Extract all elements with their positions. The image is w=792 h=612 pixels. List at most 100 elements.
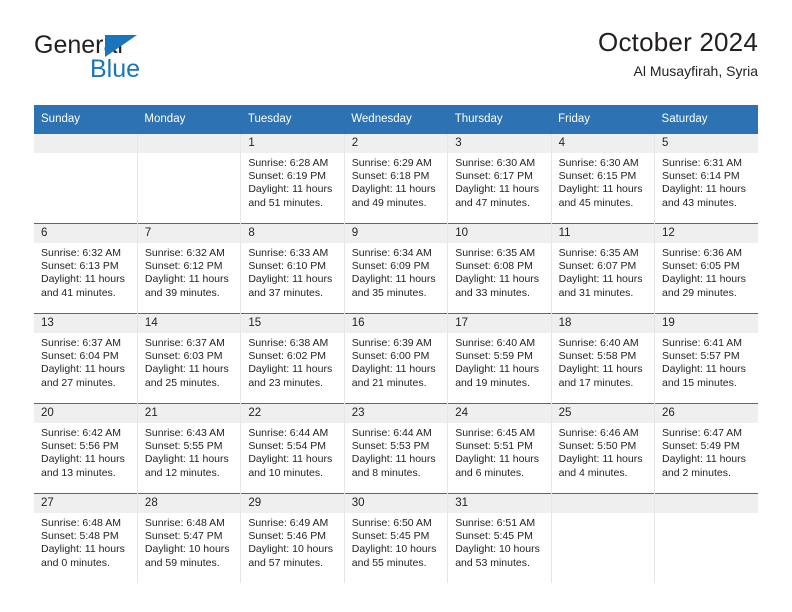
weekday-header-monday: Monday <box>137 105 241 134</box>
calendar-page: General Blue October 2024 Al Musayfirah,… <box>0 0 792 612</box>
day-details: Sunrise: 6:34 AM Sunset: 6:09 PM Daylight:… <box>345 243 447 300</box>
day-details: Sunrise: 6:39 AM Sunset: 6:00 PM Daylight:… <box>345 333 447 390</box>
sunset-time: Sunset: 6:09 PM <box>351 260 430 273</box>
calendar-day-cell[interactable]: 22 Sunrise: 6:44 AM Sunset: 5:54 PM Dayligh… <box>240 403 345 494</box>
sunset-time: Sunset: 5:51 PM <box>455 440 533 453</box>
day-number: 15 <box>241 314 344 333</box>
calendar-week-row: 6 Sunrise: 6:32 AM Sunset: 6:13 PM Daylight… <box>34 223 758 314</box>
calendar-day-cell[interactable]: 1 Sunrise: 6:28 AM Sunset: 6:19 PM Daylight… <box>240 134 345 224</box>
daylight-duration-line2: and 19 minutes. <box>455 376 530 389</box>
calendar-day-cell[interactable]: 7 Sunrise: 6:32 AM Sunset: 6:12 PM Daylight… <box>137 223 242 314</box>
calendar-day-cell[interactable]: 17 Sunrise: 6:40 AM Sunset: 5:59 PM Dayligh… <box>447 313 552 404</box>
day-number: 4 <box>551 134 655 153</box>
calendar-day-cell[interactable]: 12 Sunrise: 6:36 AM Sunset: 6:05 PM Dayligh… <box>654 223 758 314</box>
day-details: Sunrise: 6:33 AM Sunset: 6:10 PM Daylight:… <box>241 243 343 300</box>
calendar-day-cell[interactable]: 2 Sunrise: 6:29 AM Sunset: 6:18 PM Daylight… <box>344 134 449 224</box>
daylight-duration-line1: Daylight: 11 hours <box>351 183 436 196</box>
sunset-time: Sunset: 5:53 PM <box>351 440 430 453</box>
daylight-duration-line1: Daylight: 11 hours <box>144 453 229 466</box>
calendar-day-cell[interactable]: 28 Sunrise: 6:48 AM Sunset: 5:47 PM Dayligh… <box>137 493 242 583</box>
calendar-day-cell-empty <box>137 134 242 224</box>
day-number: 7 <box>137 224 241 243</box>
weekday-header-sunday: Sunday <box>34 105 138 134</box>
day-number: 5 <box>655 134 758 153</box>
day-details: Sunrise: 6:37 AM Sunset: 6:04 PM Daylight:… <box>34 333 137 390</box>
calendar-day-cell[interactable]: 30 Sunrise: 6:50 AM Sunset: 5:45 PM Dayligh… <box>344 493 449 583</box>
daylight-duration-line2: and 57 minutes. <box>248 556 324 569</box>
calendar-day-cell[interactable]: 23 Sunrise: 6:44 AM Sunset: 5:53 PM Dayligh… <box>344 403 449 494</box>
calendar-day-cell[interactable]: 5 Sunrise: 6:31 AM Sunset: 6:14 PM Daylight… <box>655 134 758 224</box>
calendar-day-cell[interactable]: 10 Sunrise: 6:35 AM Sunset: 6:08 PM Dayligh… <box>447 223 552 314</box>
calendar-day-cell[interactable]: 3 Sunrise: 6:30 AM Sunset: 6:17 PM Daylight… <box>447 134 552 224</box>
calendar-day-cell[interactable]: 29 Sunrise: 6:49 AM Sunset: 5:46 PM Dayligh… <box>240 493 345 583</box>
sunrise-time: Sunrise: 6:31 AM <box>662 157 742 169</box>
day-number: 1 <box>241 134 344 153</box>
calendar-day-cell[interactable]: 14 Sunrise: 6:37 AM Sunset: 6:03 PM Dayligh… <box>137 313 242 404</box>
calendar-day-cell[interactable]: 16 Sunrise: 6:39 AM Sunset: 6:00 PM Dayligh… <box>344 313 449 404</box>
daylight-duration-line1: Daylight: 11 hours <box>455 183 540 196</box>
title-block: October 2024 Al Musayfirah, Syria <box>598 27 758 79</box>
daylight-duration-line1: Daylight: 11 hours <box>41 273 125 286</box>
daylight-duration-line2: and 49 minutes. <box>351 196 427 209</box>
day-number: 8 <box>241 224 344 243</box>
calendar-day-cell[interactable]: 6 Sunrise: 6:32 AM Sunset: 6:13 PM Daylight… <box>34 223 138 314</box>
day-details: Sunrise: 6:48 AM Sunset: 5:47 PM Daylight:… <box>138 513 240 570</box>
sunrise-time: Sunrise: 6:35 AM <box>558 247 639 259</box>
sunrise-time: Sunrise: 6:50 AM <box>351 517 432 529</box>
calendar-day-cell[interactable]: 25 Sunrise: 6:46 AM Sunset: 5:50 PM Dayligh… <box>551 403 656 494</box>
calendar-day-cell[interactable]: 27 Sunrise: 6:48 AM Sunset: 5:48 PM Dayligh… <box>34 493 138 583</box>
sunrise-time: Sunrise: 6:48 AM <box>41 517 121 529</box>
calendar-day-cell[interactable]: 4 Sunrise: 6:30 AM Sunset: 6:15 PM Daylight… <box>551 134 656 224</box>
daylight-duration-line1: Daylight: 11 hours <box>662 183 746 196</box>
weekday-header-thursday: Thursday <box>447 105 552 134</box>
sunrise-time: Sunrise: 6:35 AM <box>455 247 536 259</box>
sunset-time: Sunset: 6:07 PM <box>558 260 637 273</box>
calendar-day-cell-empty <box>551 493 656 583</box>
sunset-time: Sunset: 6:12 PM <box>144 260 223 273</box>
day-number <box>655 494 758 513</box>
daylight-duration-line2: and 29 minutes. <box>662 286 737 299</box>
calendar-day-cell[interactable]: 26 Sunrise: 6:47 AM Sunset: 5:49 PM Dayligh… <box>654 403 758 494</box>
sunset-time: Sunset: 5:54 PM <box>248 440 326 453</box>
sunrise-time: Sunrise: 6:43 AM <box>144 427 225 439</box>
daylight-duration-line1: Daylight: 11 hours <box>41 363 125 376</box>
calendar-week-row: 27 Sunrise: 6:48 AM Sunset: 5:48 PM Dayligh… <box>34 493 758 583</box>
calendar-day-cell[interactable]: 18 Sunrise: 6:40 AM Sunset: 5:58 PM Dayligh… <box>551 313 656 404</box>
calendar-day-cell[interactable]: 24 Sunrise: 6:45 AM Sunset: 5:51 PM Dayligh… <box>447 403 552 494</box>
sunset-time: Sunset: 6:14 PM <box>662 170 740 183</box>
daylight-duration-line1: Daylight: 11 hours <box>351 453 436 466</box>
sunset-time: Sunset: 5:45 PM <box>351 530 430 543</box>
daylight-duration-line1: Daylight: 11 hours <box>41 543 125 556</box>
daylight-duration-line2: and 53 minutes. <box>455 556 530 569</box>
day-details: Sunrise: 6:43 AM Sunset: 5:55 PM Daylight:… <box>138 423 240 480</box>
daylight-duration-line1: Daylight: 11 hours <box>455 453 540 466</box>
daylight-duration-line1: Daylight: 10 hours <box>455 543 540 556</box>
day-number: 13 <box>34 314 137 333</box>
calendar-day-cell[interactable]: 8 Sunrise: 6:33 AM Sunset: 6:10 PM Daylight… <box>240 223 345 314</box>
sunset-time: Sunset: 6:10 PM <box>248 260 326 273</box>
weekday-header-tuesday: Tuesday <box>240 105 345 134</box>
calendar-day-cell[interactable]: 20 Sunrise: 6:42 AM Sunset: 5:56 PM Dayligh… <box>34 403 138 494</box>
day-details: Sunrise: 6:36 AM Sunset: 6:05 PM Daylight:… <box>655 243 758 300</box>
calendar-day-cell[interactable]: 31 Sunrise: 6:51 AM Sunset: 5:45 PM Dayligh… <box>447 493 552 583</box>
sunrise-time: Sunrise: 6:32 AM <box>144 247 225 259</box>
day-details: Sunrise: 6:44 AM Sunset: 5:54 PM Daylight:… <box>241 423 343 480</box>
calendar-day-cell[interactable]: 15 Sunrise: 6:38 AM Sunset: 6:02 PM Dayligh… <box>240 313 345 404</box>
daylight-duration-line2: and 6 minutes. <box>455 466 525 479</box>
day-number: 18 <box>551 314 655 333</box>
sunrise-time: Sunrise: 6:41 AM <box>662 337 742 349</box>
daylight-duration-line1: Daylight: 11 hours <box>455 363 540 376</box>
daylight-duration-line1: Daylight: 11 hours <box>351 273 436 286</box>
sunrise-time: Sunrise: 6:39 AM <box>351 337 432 349</box>
generalblue-logo[interactable]: General Blue <box>34 33 254 89</box>
calendar-day-cell[interactable]: 11 Sunrise: 6:35 AM Sunset: 6:07 PM Dayligh… <box>551 223 656 314</box>
day-number: 22 <box>241 404 344 423</box>
day-details: Sunrise: 6:38 AM Sunset: 6:02 PM Daylight:… <box>241 333 343 390</box>
day-details: Sunrise: 6:48 AM Sunset: 5:48 PM Daylight:… <box>34 513 137 570</box>
page-subtitle: Al Musayfirah, Syria <box>633 62 758 79</box>
calendar-day-cell[interactable]: 19 Sunrise: 6:41 AM Sunset: 5:57 PM Dayligh… <box>654 313 758 404</box>
calendar-day-cell[interactable]: 13 Sunrise: 6:37 AM Sunset: 6:04 PM Dayligh… <box>34 313 138 404</box>
calendar-day-cell[interactable]: 9 Sunrise: 6:34 AM Sunset: 6:09 PM Daylight… <box>344 223 449 314</box>
calendar-day-cell[interactable]: 21 Sunrise: 6:43 AM Sunset: 5:55 PM Dayligh… <box>137 403 242 494</box>
day-details: Sunrise: 6:32 AM Sunset: 6:13 PM Daylight:… <box>34 243 137 300</box>
